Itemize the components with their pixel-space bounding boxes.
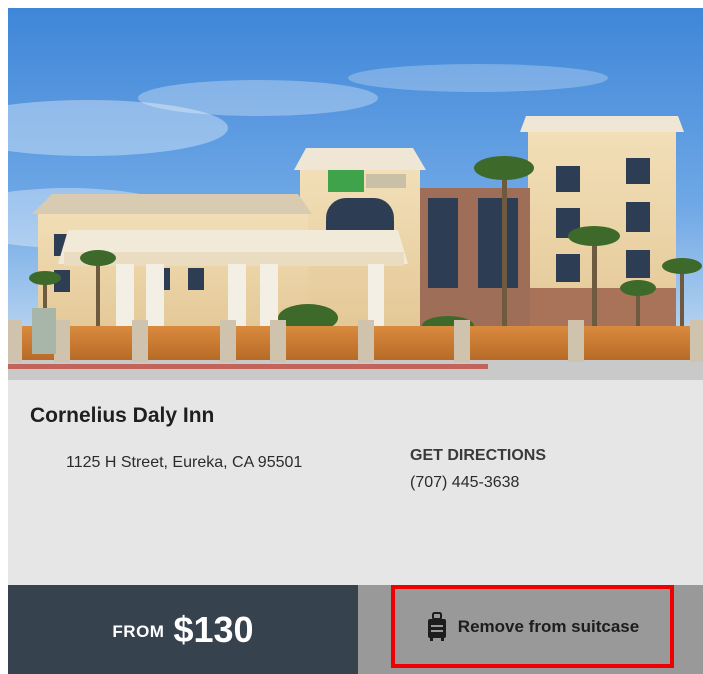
- hotel-name: Cornelius Daly Inn: [30, 404, 215, 427]
- remove-from-suitcase-label: Remove from suitcase: [457, 616, 640, 636]
- hotel-phone[interactable]: (707) 445-3638: [410, 474, 519, 492]
- hotel-address: 1125 H Street, Eureka, CA 95501: [66, 454, 303, 471]
- suitcase-action-area: Remove from suitcase: [358, 585, 703, 674]
- suitcase-icon: [426, 611, 448, 642]
- hotel-info: Cornelius Daly Inn 1125 H Street, Eureka…: [8, 380, 703, 585]
- hotel-photo-image: [8, 8, 703, 380]
- hotel-photo[interactable]: [8, 8, 703, 380]
- price-bar: FROM $130: [8, 585, 358, 674]
- price-amount: $130: [173, 608, 254, 650]
- hotel-card: Cornelius Daly Inn 1125 H Street, Eureka…: [8, 8, 703, 674]
- get-directions-link[interactable]: GET DIRECTIONS: [410, 447, 546, 465]
- price-from-label: FROM: [112, 621, 165, 641]
- remove-from-suitcase-button[interactable]: Remove from suitcase: [391, 585, 674, 668]
